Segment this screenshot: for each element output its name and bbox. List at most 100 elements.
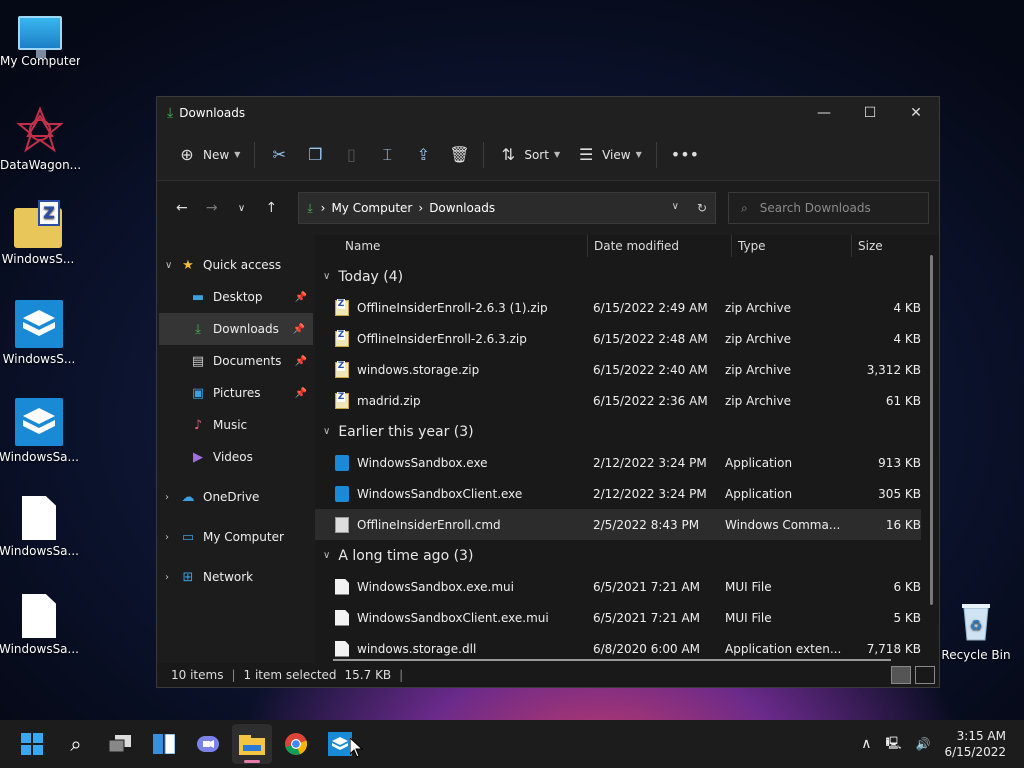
table-row[interactable]: windows.storage.zip 6/15/2022 2:40 AM zi… (315, 354, 921, 385)
table-row[interactable]: OfflineInsiderEnroll-2.6.3 (1).zip 6/15/… (315, 292, 921, 323)
teams-chat-button[interactable] (188, 724, 228, 764)
network-status-icon[interactable]: 🖳 (886, 734, 902, 755)
search-input[interactable] (759, 201, 910, 215)
chevron-right-icon[interactable]: › (165, 572, 179, 583)
chrome-taskbar-button[interactable] (276, 724, 316, 764)
address-history-icon[interactable]: ∨ (672, 201, 679, 215)
table-row[interactable]: WindowsSandbox.exe 2/12/2022 3:24 PM App… (315, 447, 921, 478)
table-row[interactable]: WindowsSandboxClient.exe.mui 6/5/2021 7:… (315, 602, 921, 633)
search-icon: ⌕ (741, 200, 748, 215)
zip-folder-icon: Z (14, 200, 62, 248)
volume-icon[interactable]: 🔊 (916, 737, 931, 751)
file-name: windows.storage.dll (357, 641, 477, 656)
desktop-icon-label: WindowsSa... (0, 642, 79, 656)
delete-button[interactable]: 🗑 (441, 138, 477, 172)
sandbox-icon (15, 398, 63, 446)
search-taskbar-button[interactable]: ⌕ (56, 724, 96, 764)
table-row[interactable]: OfflineInsiderEnroll-2.6.3.zip 6/15/2022… (315, 323, 921, 354)
address-bar[interactable]: ⤓ › My Computer › Downloads ∨ ↻ (298, 192, 717, 224)
forward-button[interactable]: → (197, 200, 227, 216)
file-type: MUI File (725, 579, 772, 594)
breadcrumb-downloads[interactable]: Downloads (429, 201, 495, 215)
download-icon: ⤓ (307, 200, 313, 215)
desktop-icon-datawagon[interactable]: DataWagon... (0, 106, 80, 172)
breadcrumb-my-computer[interactable]: My Computer (331, 201, 412, 215)
cut-button[interactable]: ✂ (261, 138, 297, 172)
file-date: 6/8/2020 6:00 AM (593, 641, 701, 656)
nav-quick-access[interactable]: ∨ ★ Quick access (157, 249, 315, 281)
nav-item-documents[interactable]: ▤ Documents 📌 (157, 345, 315, 377)
nav-label: Music (213, 418, 248, 432)
paste-button[interactable]: ▯ (333, 138, 369, 172)
chevron-right-icon[interactable]: › (165, 492, 179, 503)
up-button[interactable]: ↑ (256, 200, 286, 216)
widgets-button[interactable] (144, 724, 184, 764)
zip-file-icon (335, 298, 349, 316)
desktop-icon-windows-sandbox-2[interactable]: WindowsSa... (0, 398, 79, 464)
title-bar[interactable]: ⤓ Downloads — ☐ ✕ (157, 97, 939, 129)
nav-item-downloads[interactable]: ⤓ Downloads 📌 (159, 313, 313, 345)
desktop-icon-windows-doc-2[interactable]: WindowsSa... (0, 594, 79, 656)
group-header-a-long-time-ago[interactable]: ∨ A long time ago (3) (315, 540, 939, 571)
table-row[interactable]: WindowsSandboxClient.exe 2/12/2022 3:24 … (315, 478, 921, 509)
nav-my-computer[interactable]: › ▭ My Computer (157, 521, 315, 553)
desktop-icon-windows-zip[interactable]: Z WindowsS... (0, 200, 78, 266)
recent-locations-button[interactable]: ∨ (227, 203, 257, 214)
search-box[interactable]: ⌕ (728, 192, 929, 224)
vertical-scrollbar[interactable] (930, 255, 933, 605)
nav-label: OneDrive (203, 490, 260, 504)
view-button[interactable]: ☰ View ▼ (568, 138, 650, 172)
group-header-earlier-this-year[interactable]: ∨ Earlier this year (3) (315, 416, 939, 447)
horizontal-scrollbar[interactable] (333, 659, 891, 661)
table-row-selected[interactable]: OfflineInsiderEnroll.cmd 2/5/2022 8:43 P… (315, 509, 921, 540)
nav-item-desktop[interactable]: ▬ Desktop 📌 (157, 281, 315, 313)
file-date: 2/12/2022 3:24 PM (593, 455, 707, 470)
view-list-icon: ☰ (578, 145, 594, 164)
column-date-modified[interactable]: Date modified (588, 235, 732, 257)
file-type: Application (725, 486, 793, 501)
document-icon (22, 496, 56, 540)
table-row[interactable]: WindowsSandbox.exe.mui 6/5/2021 7:21 AM … (315, 571, 921, 602)
close-button[interactable]: ✕ (893, 97, 939, 129)
start-button[interactable] (12, 724, 52, 764)
desktop-icon-label: DataWagon... (0, 158, 80, 172)
desktop-icon-windows-sandbox-1[interactable]: WindowsS... (0, 300, 79, 366)
more-options-button[interactable]: ••• (663, 138, 699, 172)
column-type[interactable]: Type (732, 235, 852, 257)
chevron-right-icon[interactable]: › (165, 532, 179, 543)
desktop-icon-recycle-bin[interactable]: ♻ Recycle Bin (936, 596, 1016, 662)
file-date: 6/5/2021 7:21 AM (593, 610, 701, 625)
desktop-icon-windows-doc-1[interactable]: WindowsSa... (0, 496, 79, 558)
nav-item-videos[interactable]: ▶ Videos (157, 441, 315, 473)
chat-icon (197, 736, 219, 752)
back-button[interactable]: ← (167, 200, 197, 216)
share-button[interactable]: ⇪ (405, 138, 441, 172)
desktop-icon-my-computer[interactable]: My Computer (0, 10, 80, 68)
table-row[interactable]: madrid.zip 6/15/2022 2:36 AM zip Archive… (315, 385, 921, 416)
refresh-icon[interactable]: ↻ (697, 201, 707, 215)
nav-item-pictures[interactable]: ▣ Pictures 📌 (157, 377, 315, 409)
task-view-button[interactable] (100, 724, 140, 764)
chevron-down-icon[interactable]: ∨ (165, 260, 179, 271)
rename-button[interactable]: ⌶ (369, 138, 405, 172)
sort-button[interactable]: ⇅ Sort ▼ (490, 138, 568, 172)
desktop-icon-label: WindowsSa... (0, 544, 79, 558)
clock[interactable]: 3:15 AM 6/15/2022 (944, 728, 1006, 760)
nav-label: Network (203, 570, 254, 584)
new-button[interactable]: ⊕ New ▼ (169, 138, 248, 172)
minimize-button[interactable]: — (801, 97, 847, 129)
nav-item-music[interactable]: ♪ Music (157, 409, 315, 441)
copy-button[interactable]: ❐ (297, 138, 333, 172)
large-icons-view-button[interactable] (915, 666, 935, 684)
file-explorer-taskbar-button[interactable] (232, 724, 272, 764)
nav-network[interactable]: › ⊞ Network (157, 561, 315, 593)
nav-onedrive[interactable]: › ☁ OneDrive (157, 481, 315, 513)
details-view-button[interactable] (891, 666, 911, 684)
file-date: 6/15/2022 2:40 AM (593, 362, 708, 377)
column-name[interactable]: Name (315, 235, 588, 257)
maximize-button[interactable]: ☐ (847, 97, 893, 129)
group-header-today[interactable]: ∨ Today (4) (315, 261, 939, 292)
column-size[interactable]: Size (852, 235, 922, 257)
file-name: OfflineInsiderEnroll-2.6.3 (1).zip (357, 300, 548, 315)
show-hidden-icons-button[interactable]: ∧ (861, 736, 871, 752)
